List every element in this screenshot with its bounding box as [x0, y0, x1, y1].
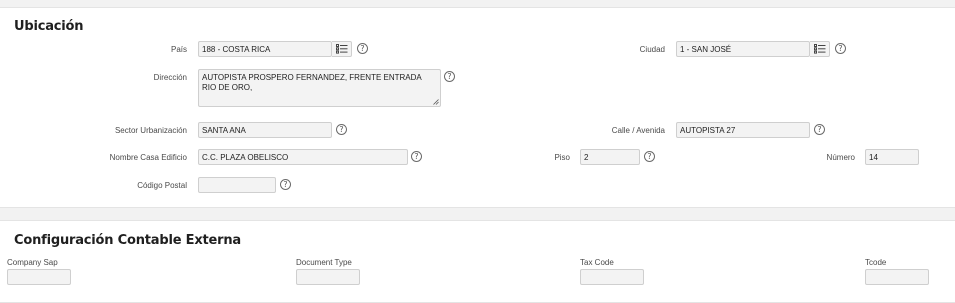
- list-icon: [813, 44, 825, 54]
- direccion-help-icon[interactable]: ?: [444, 71, 455, 82]
- piso-label: Piso: [554, 153, 570, 162]
- configuracion-region: Configuración Contable Externa Company S…: [0, 220, 955, 303]
- direccion-value: AUTOPISTA PROSPERO FERNANDEZ, FRENTE ENT…: [202, 73, 422, 92]
- ubicacion-region: Ubicación País 188 - COSTA RICA ? Ciudad…: [0, 7, 955, 208]
- resize-grip-icon[interactable]: [433, 99, 439, 105]
- configuracion-title: Configuración Contable Externa: [14, 233, 242, 248]
- ciudad-label: Ciudad: [639, 45, 665, 54]
- pais-label: País: [170, 45, 187, 54]
- piso-field[interactable]: 2: [580, 149, 640, 165]
- ciudad-help-icon[interactable]: ?: [835, 43, 846, 54]
- tcode-field[interactable]: [865, 269, 929, 285]
- tcode-label: Tcode: [865, 258, 887, 267]
- sector-field[interactable]: SANTA ANA: [198, 122, 332, 138]
- direccion-textarea[interactable]: AUTOPISTA PROSPERO FERNANDEZ, FRENTE ENT…: [198, 69, 441, 107]
- ciudad-lov-button[interactable]: [810, 41, 830, 57]
- nombre-casa-help-icon[interactable]: ?: [411, 151, 422, 162]
- pais-lov-button[interactable]: [332, 41, 352, 57]
- codigo-postal-help-icon[interactable]: ?: [280, 179, 291, 190]
- sector-help-icon[interactable]: ?: [336, 124, 347, 135]
- nombre-casa-label: Nombre Casa Edificio: [109, 153, 187, 162]
- piso-help-icon[interactable]: ?: [644, 151, 655, 162]
- company-sap-field[interactable]: [7, 269, 71, 285]
- nombre-casa-field[interactable]: C.C. PLAZA OBELISCO: [198, 149, 408, 165]
- calle-field[interactable]: AUTOPISTA 27: [676, 122, 810, 138]
- tax-code-field[interactable]: [580, 269, 644, 285]
- tax-code-label: Tax Code: [580, 258, 614, 267]
- list-icon: [335, 44, 347, 54]
- pais-field[interactable]: 188 - COSTA RICA: [198, 41, 332, 57]
- ciudad-field[interactable]: 1 - SAN JOSÉ: [676, 41, 810, 57]
- document-type-label: Document Type: [296, 258, 352, 267]
- pais-help-icon[interactable]: ?: [357, 43, 368, 54]
- codigo-postal-field[interactable]: [198, 177, 276, 193]
- document-type-field[interactable]: [296, 269, 360, 285]
- numero-label: Número: [826, 153, 855, 162]
- calle-help-icon[interactable]: ?: [814, 124, 825, 135]
- direccion-label: Dirección: [153, 73, 187, 82]
- calle-label: Calle / Avenida: [611, 126, 665, 135]
- numero-field[interactable]: 14: [865, 149, 919, 165]
- company-sap-label: Company Sap: [7, 258, 58, 267]
- ubicacion-title: Ubicación: [14, 19, 84, 34]
- codigo-postal-label: Código Postal: [137, 181, 187, 190]
- sector-label: Sector Urbanización: [114, 126, 187, 135]
